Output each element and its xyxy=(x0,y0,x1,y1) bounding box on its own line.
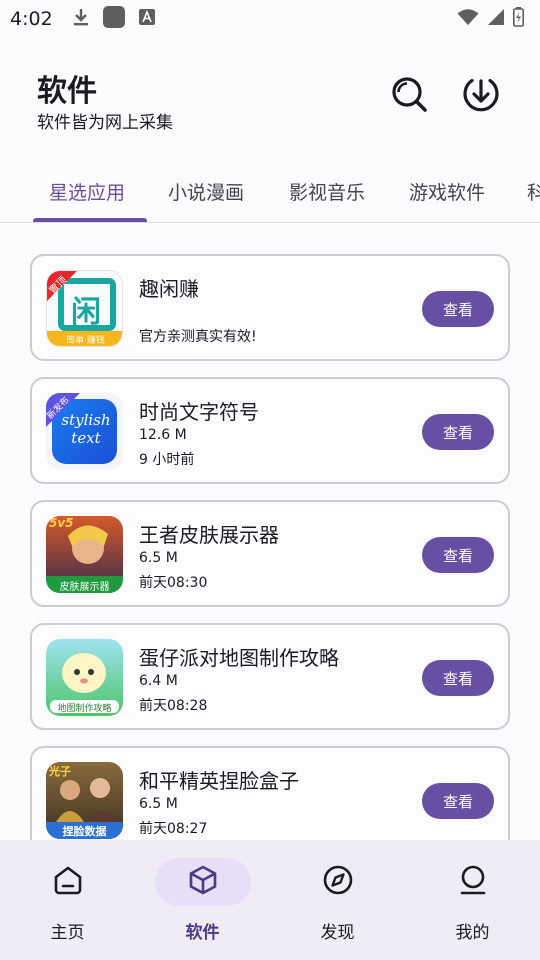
nav-mine[interactable]: 我的 xyxy=(405,840,540,960)
app-size: 6.4 M xyxy=(139,673,178,689)
app-size: 12.6 M xyxy=(139,427,187,443)
view-button[interactable]: 查看 xyxy=(422,660,494,696)
list-item[interactable]: 光子 捏脸数据 和平精英捏脸盒子 6.5 M 前天08:27 查看 xyxy=(30,746,510,840)
page-title: 软件 xyxy=(37,74,97,109)
app-icon-text: stylish text xyxy=(61,411,111,447)
tab-featured[interactable]: 星选应用 xyxy=(49,178,125,205)
nav-pill xyxy=(290,858,386,906)
nav-software[interactable]: 软件 xyxy=(135,840,270,960)
app-name: 趣闲赚 xyxy=(139,277,199,301)
header: 软件 软件皆为网上采集 xyxy=(0,60,540,140)
home-icon xyxy=(52,864,84,900)
nav-pill xyxy=(20,858,116,906)
page-subtitle: 软件皆为网上采集 xyxy=(37,113,173,133)
app-name: 时尚文字符号 xyxy=(139,400,259,424)
app-icon: 闲 置顶 简单·赚钱 xyxy=(46,270,123,347)
nav-label: 发现 xyxy=(320,923,355,943)
list-item[interactable]: stylish text 新发布 时尚文字符号 12.6 M 9 小时前 查看 xyxy=(30,377,510,484)
battery-icon xyxy=(513,7,524,31)
app-icon: stylish text 新发布 xyxy=(46,393,123,470)
app-icon: 光子 捏脸数据 xyxy=(46,762,123,839)
nav-pill xyxy=(154,858,251,906)
download-icon xyxy=(73,8,89,30)
nav-label: 我的 xyxy=(455,923,490,943)
tab-indicator xyxy=(33,218,147,222)
app-icon: 地图制作攻略 xyxy=(46,639,123,716)
app-name: 蛋仔派对地图制作攻略 xyxy=(139,646,339,670)
cell-signal-icon xyxy=(487,8,505,30)
compass-icon xyxy=(322,864,354,900)
view-button[interactable]: 查看 xyxy=(422,291,494,327)
list-item[interactable]: 5v5 皮肤展示器 王者皮肤展示器 6.5 M 前天08:30 查看 xyxy=(30,500,510,607)
status-time: 4:02 xyxy=(10,8,53,30)
bottom-navigation: 主页 软件 发现 我的 xyxy=(0,840,540,960)
app-name: 王者皮肤展示器 xyxy=(139,523,279,547)
category-tabs: 星选应用 小说漫画 影视音乐 游戏软件 科 xyxy=(0,160,540,223)
app-updated-time: 前天08:30 xyxy=(139,575,208,591)
nav-label: 主页 xyxy=(50,923,85,943)
app-updated-time: 前天08:28 xyxy=(139,698,208,714)
tab-novels-comics[interactable]: 小说漫画 xyxy=(168,178,244,205)
status-bar: 4:02 xyxy=(0,0,540,38)
list-item[interactable]: 闲 置顶 简单·赚钱 趣闲赚 官方亲测真实有效! 查看 xyxy=(30,254,510,361)
download-circle-icon xyxy=(462,75,500,117)
app-updated-time: 9 小时前 xyxy=(139,452,195,468)
view-button[interactable]: 查看 xyxy=(422,783,494,819)
wifi-icon xyxy=(457,8,479,30)
cube-icon xyxy=(187,864,219,900)
tab-game-software[interactable]: 游戏软件 xyxy=(409,178,485,205)
app-icon-caption: 简单·赚钱 xyxy=(66,336,105,346)
app-icon-caption: 地图制作攻略 xyxy=(57,704,112,714)
tab-video-music[interactable]: 影视音乐 xyxy=(289,178,365,205)
nav-home[interactable]: 主页 xyxy=(0,840,135,960)
app-updated-time: 前天08:27 xyxy=(139,821,208,837)
list-item[interactable]: 地图制作攻略 蛋仔派对地图制作攻略 6.4 M 前天08:28 查看 xyxy=(30,623,510,730)
app-size: 6.5 M xyxy=(139,796,178,812)
app-list: 闲 置顶 简单·赚钱 趣闲赚 官方亲测真实有效! 查看 stylish text… xyxy=(0,224,540,840)
nav-discover[interactable]: 发现 xyxy=(270,840,405,960)
app-icon-caption: 捏脸数据 xyxy=(62,825,107,838)
tab-more[interactable]: 科 xyxy=(527,178,540,205)
search-button[interactable] xyxy=(389,76,429,116)
user-icon xyxy=(457,864,489,900)
app-icon-badge: 光子 xyxy=(49,765,71,778)
app-icon-badge: 5v5 xyxy=(49,516,74,530)
a-badge-icon xyxy=(138,9,155,29)
app-icon: 5v5 皮肤展示器 xyxy=(46,516,123,593)
search-icon xyxy=(390,75,428,117)
app-size: 6.5 M xyxy=(139,550,178,566)
app-name: 和平精英捏脸盒子 xyxy=(139,769,299,793)
app-square-icon xyxy=(102,6,125,32)
app-icon-text: 闲 xyxy=(71,295,101,330)
view-button[interactable]: 查看 xyxy=(422,414,494,450)
download-button[interactable] xyxy=(461,76,501,116)
app-icon-caption: 皮肤展示器 xyxy=(59,582,110,593)
nav-pill xyxy=(425,858,521,906)
nav-label: 软件 xyxy=(185,923,220,943)
view-button[interactable]: 查看 xyxy=(422,537,494,573)
app-description: 官方亲测真实有效! xyxy=(139,329,257,345)
